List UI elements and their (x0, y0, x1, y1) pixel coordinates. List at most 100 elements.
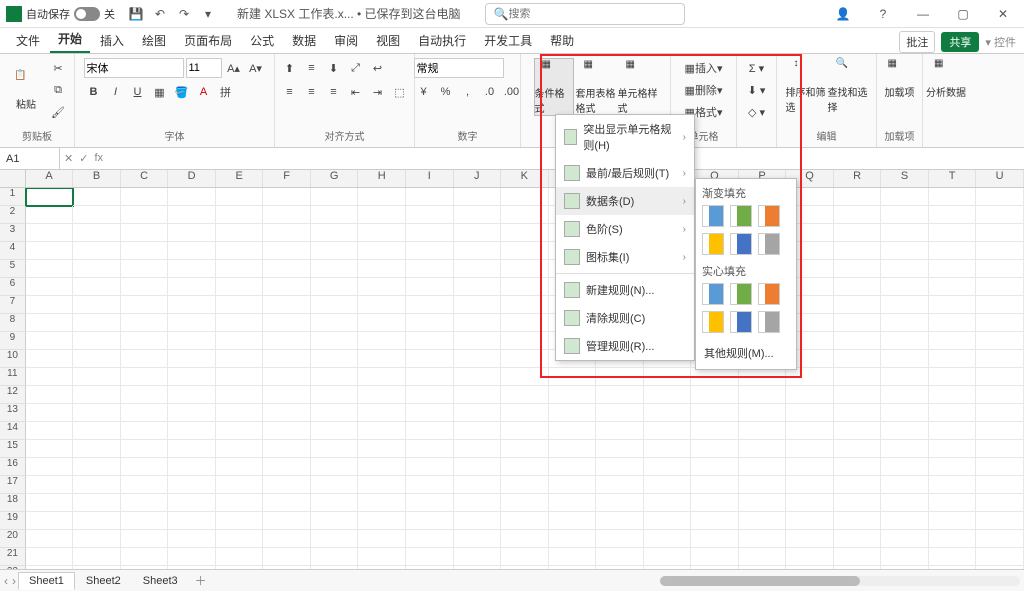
cell-K11[interactable] (501, 368, 549, 386)
cell-A7[interactable] (26, 296, 74, 314)
cell-S11[interactable] (881, 368, 929, 386)
cell-U21[interactable] (976, 548, 1024, 566)
col-header-J[interactable]: J (454, 170, 502, 187)
cell-C13[interactable] (121, 404, 169, 422)
cell-F20[interactable] (263, 530, 311, 548)
databar-swatch[interactable] (758, 205, 780, 227)
cell-U15[interactable] (976, 440, 1024, 458)
cell-G14[interactable] (311, 422, 359, 440)
cell-G6[interactable] (311, 278, 359, 296)
cell-O22[interactable] (691, 566, 739, 569)
cell-K14[interactable] (501, 422, 549, 440)
cell-E18[interactable] (216, 494, 264, 512)
cell-L20[interactable] (549, 530, 597, 548)
cell-N22[interactable] (644, 566, 692, 569)
row-header-14[interactable]: 14 (0, 422, 26, 440)
cell-H4[interactable] (358, 242, 406, 260)
cell-J10[interactable] (454, 350, 502, 368)
row-header-5[interactable]: 5 (0, 260, 26, 278)
cell-K4[interactable] (501, 242, 549, 260)
cell-F5[interactable] (263, 260, 311, 278)
cell-D11[interactable] (168, 368, 216, 386)
cell-H17[interactable] (358, 476, 406, 494)
cell-Q21[interactable] (786, 548, 834, 566)
share-button[interactable]: 共享 (941, 32, 979, 52)
cell-E5[interactable] (216, 260, 264, 278)
cell-P22[interactable] (739, 566, 787, 569)
col-header-U[interactable]: U (976, 170, 1024, 187)
cell-A14[interactable] (26, 422, 74, 440)
cell-D19[interactable] (168, 512, 216, 530)
cell-S10[interactable] (881, 350, 929, 368)
cell-K22[interactable] (501, 566, 549, 569)
cell-R14[interactable] (834, 422, 882, 440)
row-header-18[interactable]: 18 (0, 494, 26, 512)
cell-F21[interactable] (263, 548, 311, 566)
cell-M21[interactable] (596, 548, 644, 566)
cell-P14[interactable] (739, 422, 787, 440)
cell-R6[interactable] (834, 278, 882, 296)
cell-F13[interactable] (263, 404, 311, 422)
cell-U10[interactable] (976, 350, 1024, 368)
cell-J3[interactable] (454, 224, 502, 242)
cell-U4[interactable] (976, 242, 1024, 260)
horizontal-scrollbar[interactable] (660, 576, 1020, 586)
cell-G16[interactable] (311, 458, 359, 476)
format-as-table-button[interactable]: ▦ 套用表格格式 (576, 59, 616, 115)
cell-I19[interactable] (406, 512, 454, 530)
cell-F7[interactable] (263, 296, 311, 314)
cell-G1[interactable] (311, 188, 359, 206)
sheet-tab-Sheet1[interactable]: Sheet1 (18, 572, 75, 590)
databar-swatch[interactable] (730, 311, 752, 333)
cell-H5[interactable] (358, 260, 406, 278)
cell-T16[interactable] (929, 458, 977, 476)
cell-M14[interactable] (596, 422, 644, 440)
cell-C7[interactable] (121, 296, 169, 314)
cell-E16[interactable] (216, 458, 264, 476)
cell-D1[interactable] (168, 188, 216, 206)
cell-T1[interactable] (929, 188, 977, 206)
cell-Q15[interactable] (786, 440, 834, 458)
col-header-K[interactable]: K (501, 170, 549, 187)
cell-G15[interactable] (311, 440, 359, 458)
cell-C10[interactable] (121, 350, 169, 368)
cell-I8[interactable] (406, 314, 454, 332)
cell-J20[interactable] (454, 530, 502, 548)
cell-D7[interactable] (168, 296, 216, 314)
tab-插入[interactable]: 插入 (92, 28, 132, 53)
cell-B18[interactable] (73, 494, 121, 512)
cell-A9[interactable] (26, 332, 74, 350)
cell-C1[interactable] (121, 188, 169, 206)
cell-R2[interactable] (834, 206, 882, 224)
cell-G11[interactable] (311, 368, 359, 386)
cell-N12[interactable] (644, 386, 692, 404)
cell-B3[interactable] (73, 224, 121, 242)
cell-G12[interactable] (311, 386, 359, 404)
cell-I20[interactable] (406, 530, 454, 548)
tab-审阅[interactable]: 审阅 (326, 28, 366, 53)
cell-F4[interactable] (263, 242, 311, 260)
cell-H20[interactable] (358, 530, 406, 548)
cell-D6[interactable] (168, 278, 216, 296)
cell-E8[interactable] (216, 314, 264, 332)
row-header-22[interactable]: 22 (0, 566, 26, 569)
cell-G8[interactable] (311, 314, 359, 332)
cell-O12[interactable] (691, 386, 739, 404)
cell-H1[interactable] (358, 188, 406, 206)
cell-M15[interactable] (596, 440, 644, 458)
row-header-6[interactable]: 6 (0, 278, 26, 296)
cell-R11[interactable] (834, 368, 882, 386)
cell-R4[interactable] (834, 242, 882, 260)
col-header-D[interactable]: D (168, 170, 216, 187)
cell-N13[interactable] (644, 404, 692, 422)
cell-T2[interactable] (929, 206, 977, 224)
cell-Q14[interactable] (786, 422, 834, 440)
cell-B1[interactable] (73, 188, 121, 206)
cell-E7[interactable] (216, 296, 264, 314)
cell-C12[interactable] (121, 386, 169, 404)
cell-I9[interactable] (406, 332, 454, 350)
comma-icon[interactable]: , (458, 82, 478, 102)
italic-icon[interactable]: I (106, 82, 126, 102)
cell-U19[interactable] (976, 512, 1024, 530)
row-header-10[interactable]: 10 (0, 350, 26, 368)
